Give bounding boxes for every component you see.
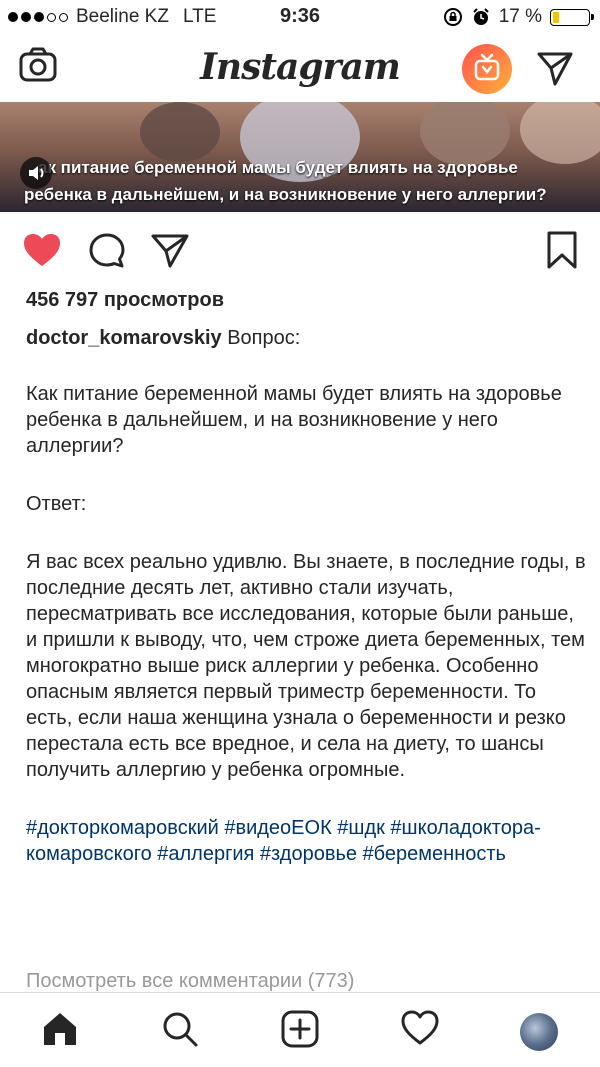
rotation-lock-icon — [443, 8, 462, 26]
video-subtitles: ак питание беременной мамы будет влиять … — [24, 154, 592, 208]
post-caption: doctor_komarovskiy Вопрос: Как питание б… — [26, 325, 586, 867]
heart-icon[interactable] — [22, 232, 62, 273]
video-frame-decoration — [140, 102, 220, 162]
direct-message-icon[interactable] — [535, 48, 575, 93]
video-player[interactable]: ак питание беременной мамы будет влиять … — [0, 102, 600, 212]
caption-first-line: doctor_komarovskiy Вопрос: — [26, 325, 586, 351]
app-header: Instagram — [0, 34, 600, 102]
caption-intro: Вопрос: — [221, 327, 301, 349]
comment-icon[interactable] — [88, 232, 126, 275]
speaker-icon[interactable] — [20, 157, 52, 189]
share-icon[interactable] — [150, 232, 190, 275]
username-link[interactable]: doctor_komarovskiy — [26, 327, 222, 349]
home-icon[interactable] — [40, 1009, 80, 1054]
search-icon[interactable] — [160, 1009, 200, 1054]
battery-percent: 17 % — [498, 6, 542, 27]
status-bar: Beeline KZ LTE 9:36 17 % — [0, 0, 600, 34]
caption-question: Как питание беременной мамы будет влиять… — [26, 383, 562, 457]
bottom-tab-bar — [0, 992, 600, 1067]
add-post-icon[interactable] — [280, 1009, 320, 1054]
subtitle-line-1: ак питание беременной мамы будет влиять … — [38, 158, 518, 177]
bookmark-icon[interactable] — [546, 230, 578, 275]
status-right: 17 % — [443, 6, 594, 28]
caption-answer-label: Ответ: — [26, 493, 87, 515]
subtitle-line-2: ребенка в дальнейшем, и на возникновение… — [24, 185, 547, 204]
profile-avatar[interactable] — [520, 1013, 558, 1051]
post-actions — [0, 212, 600, 288]
activity-heart-icon[interactable] — [400, 1009, 440, 1052]
view-count[interactable]: 456 797 просмотров — [26, 289, 224, 312]
view-all-comments-link[interactable]: Посмотреть все комментарии (773) — [26, 970, 354, 993]
caption-hashtags[interactable]: #докторкомаровский #видеоЕОК #шдк #школа… — [26, 815, 586, 867]
caption-answer: Я вас всех реально удивлю. Вы знаете, в … — [26, 551, 586, 781]
alarm-icon — [472, 8, 489, 25]
igtv-icon[interactable] — [462, 44, 512, 94]
battery-icon — [550, 8, 594, 26]
